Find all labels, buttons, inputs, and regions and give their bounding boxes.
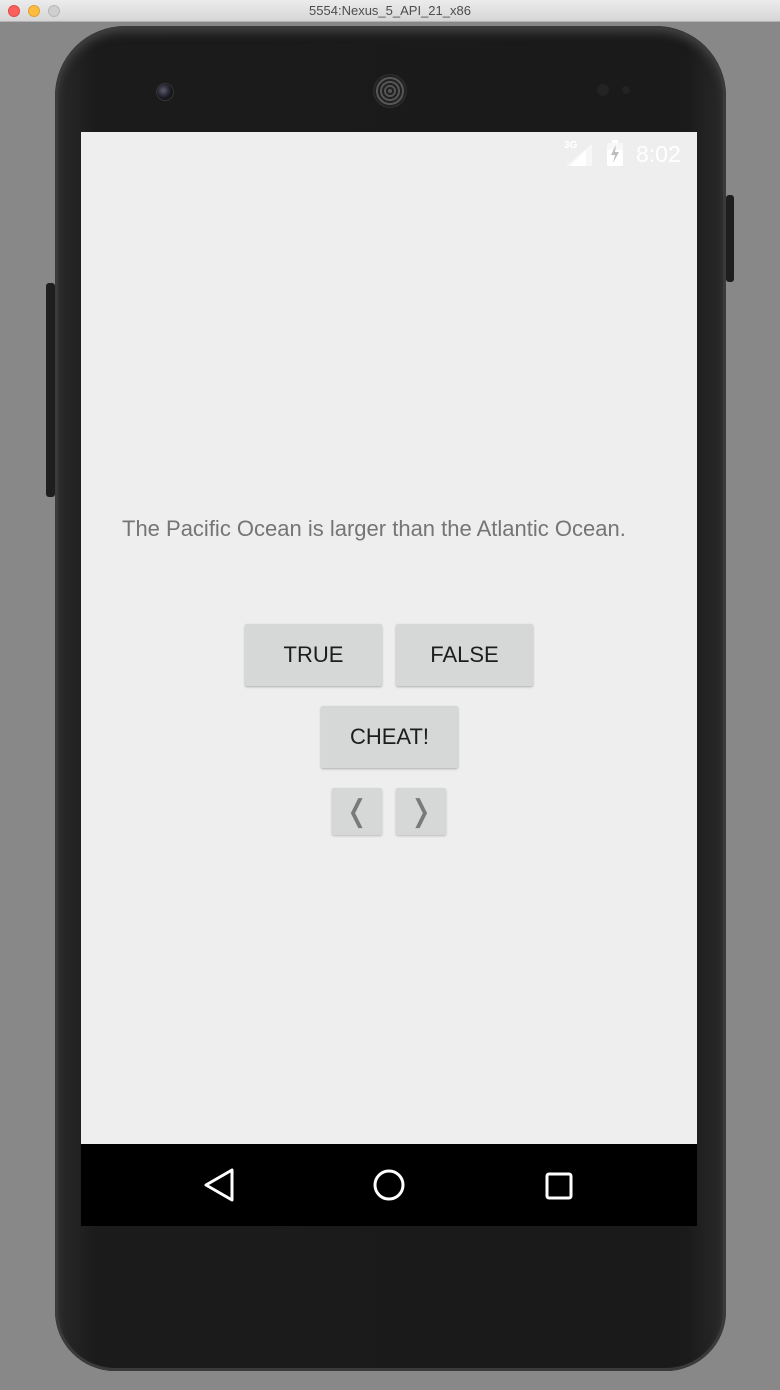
proximity-sensor-icon xyxy=(597,84,609,96)
back-icon[interactable] xyxy=(201,1166,237,1204)
light-sensor-icon xyxy=(622,86,630,94)
previous-button[interactable]: ❬ xyxy=(332,788,382,835)
earpiece-speaker-icon xyxy=(373,74,407,108)
status-clock: 8:02 xyxy=(636,141,681,167)
recents-icon[interactable] xyxy=(542,1169,576,1203)
window-title: 5554:Nexus_5_API_21_x86 xyxy=(309,3,471,18)
volume-button[interactable] xyxy=(46,283,55,497)
battery-icon xyxy=(607,140,623,166)
chevron-right-icon: ❭ xyxy=(408,795,434,828)
signal-icon xyxy=(566,144,592,166)
chevron-left-icon: ❬ xyxy=(344,795,370,828)
device-screen: 3G 8:02 The Pacific Ocean is larger than… xyxy=(81,132,697,1226)
false-button[interactable]: FALSE xyxy=(396,624,533,686)
window-titlebar: 5554:Nexus_5_API_21_x86 xyxy=(0,0,780,22)
power-button[interactable] xyxy=(726,195,734,282)
front-camera-icon xyxy=(156,83,174,101)
status-bar: 3G 8:02 xyxy=(81,132,697,176)
true-button[interactable]: TRUE xyxy=(245,624,382,686)
question-text: The Pacific Ocean is larger than the Atl… xyxy=(122,516,626,541)
system-nav-bar xyxy=(81,1144,697,1226)
cheat-button[interactable]: CHEAT! xyxy=(321,706,458,768)
home-icon[interactable] xyxy=(371,1167,407,1203)
next-button[interactable]: ❭ xyxy=(396,788,446,835)
